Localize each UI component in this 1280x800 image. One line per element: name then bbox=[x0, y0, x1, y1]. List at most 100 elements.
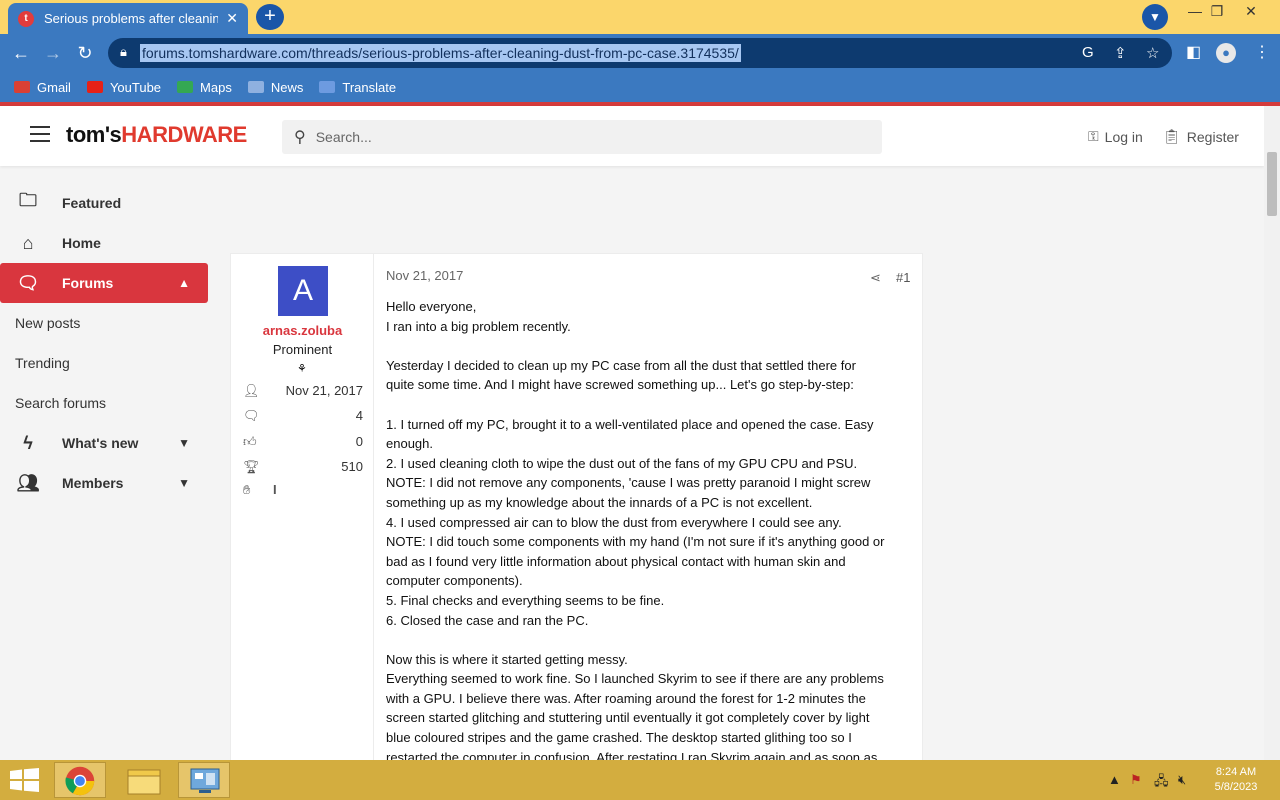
sidebar-item-label: Members bbox=[62, 475, 124, 491]
bookmark-label: Maps bbox=[200, 79, 232, 95]
messages-stat: 🗨︎ 4 bbox=[243, 408, 363, 426]
share-icon[interactable]: ⋖ bbox=[870, 270, 881, 286]
register-link[interactable]: 📋︎ Register bbox=[1163, 128, 1239, 145]
reactions-value: 0 bbox=[355, 434, 363, 449]
trophy-icon: 🏆︎ bbox=[243, 459, 260, 474]
url-text[interactable]: forums.tomshardware.com/threads/serious-… bbox=[140, 44, 741, 62]
post-date[interactable]: Nov 21, 2017 bbox=[386, 268, 463, 283]
sidebar-item-forums[interactable]: 🗨︎ Forums ▲ bbox=[0, 263, 208, 303]
tomshardware-favicon-icon: t bbox=[18, 10, 34, 27]
messages-value: 4 bbox=[355, 408, 363, 423]
chevron-up-icon[interactable]: ▲ bbox=[178, 276, 190, 290]
search-input[interactable]: ⚲ Search... bbox=[282, 120, 882, 154]
hamburger-menu-icon[interactable] bbox=[30, 126, 50, 142]
post-line: screen started glitching and stuttering … bbox=[386, 710, 870, 726]
scrollbar-thumb[interactable] bbox=[1267, 152, 1277, 216]
address-bar[interactable]: 🔒︎ forums.tomshardware.com/threads/serio… bbox=[108, 38, 1172, 68]
volume-muted-icon[interactable]: 🔇︎ bbox=[1178, 772, 1186, 788]
window-close-icon[interactable]: ✕ bbox=[1232, 0, 1270, 26]
post-line: bad as I found very little information a… bbox=[386, 553, 846, 569]
control-panel-taskbar-button[interactable] bbox=[178, 762, 230, 798]
bookmark-maps[interactable]: Maps bbox=[177, 80, 232, 95]
post-body: Hello everyone, I ran into a big problem … bbox=[386, 297, 916, 767]
post-line: I ran into a big problem recently. bbox=[386, 318, 571, 334]
share-icon[interactable]: ⇪ bbox=[1114, 44, 1127, 62]
post-line: 2. I used cleaning cloth to wipe the dus… bbox=[386, 455, 858, 471]
windows-start-icon[interactable] bbox=[10, 768, 40, 792]
sidebar-item-members[interactable]: 👥︎ Members ▼ bbox=[0, 463, 208, 503]
sidebar-item-whats-new[interactable]: ϟ What's new ▼ bbox=[0, 423, 208, 463]
maps-icon bbox=[177, 81, 194, 93]
sidebar: 🗀︎ Featured ⌂ Home 🗨︎ Forums ▲ New posts… bbox=[0, 166, 220, 760]
sidebar-item-featured[interactable]: 🗀︎ Featured bbox=[0, 183, 208, 223]
thumbs-up-icon: 👍︎ bbox=[243, 434, 257, 449]
site-logo[interactable]: tom'sHARDWARE bbox=[66, 122, 247, 148]
chrome-taskbar-button[interactable] bbox=[54, 762, 106, 798]
network-icon[interactable]: 🖧︎ bbox=[1154, 772, 1169, 794]
bookmark-translate[interactable]: Translate bbox=[319, 80, 396, 95]
post-line: blue coloured stripes and the game crash… bbox=[386, 730, 852, 746]
sidebar-item-home[interactable]: ⌂ Home bbox=[0, 223, 208, 263]
file-explorer-taskbar-button[interactable] bbox=[118, 762, 170, 798]
post-line: NOTE: I did not remove any components, '… bbox=[386, 475, 871, 491]
post-user-info: A arnas.zoluba Prominent ⚘ 👤︎ Nov 21, 20… bbox=[231, 254, 374, 774]
google-icon[interactable]: G bbox=[1082, 44, 1094, 61]
chevron-down-icon[interactable]: ▼ bbox=[178, 476, 190, 490]
show-hidden-icons-icon[interactable]: ▲ bbox=[1108, 772, 1121, 787]
search-placeholder: Search... bbox=[315, 129, 372, 145]
post-line: enough. bbox=[386, 436, 433, 452]
translate-icon bbox=[319, 81, 336, 93]
sidebar-item-label: What's new bbox=[62, 435, 139, 451]
folder-icon bbox=[127, 769, 161, 795]
post-line: something up as my knowledge about the i… bbox=[386, 494, 813, 510]
browser-tab[interactable]: t Serious problems after cleaning d ✕ bbox=[8, 3, 248, 34]
page-scrollbar[interactable] bbox=[1264, 106, 1280, 760]
system-clock[interactable]: 8:24 AM 5/8/2023 bbox=[1206, 765, 1266, 795]
post-line: 4. I used compressed air can to blow the… bbox=[386, 514, 842, 530]
restore-icon[interactable]: ❐ bbox=[1198, 0, 1236, 26]
lock-icon[interactable]: 🔒︎ bbox=[120, 44, 127, 60]
reload-icon[interactable]: ↻ bbox=[72, 40, 98, 66]
sidebar-item-label: Home bbox=[62, 235, 101, 251]
back-icon[interactable]: ← bbox=[8, 40, 34, 66]
bolt-icon: ϟ bbox=[23, 432, 33, 453]
points-stat: 🏆︎ 510 bbox=[243, 459, 363, 477]
bookmark-youtube[interactable]: YouTube bbox=[86, 80, 161, 95]
forward-icon[interactable]: → bbox=[40, 40, 66, 66]
side-panel-icon[interactable]: ◧ bbox=[1186, 42, 1201, 62]
username-link[interactable]: arnas.zoluba bbox=[231, 323, 374, 338]
tab-search-chevron-icon[interactable]: ▼ bbox=[1142, 4, 1168, 30]
chevron-down-icon[interactable]: ▼ bbox=[178, 436, 190, 450]
avatar[interactable]: A bbox=[278, 266, 328, 316]
post-line: quite some time. And I might have screwe… bbox=[386, 377, 854, 393]
post-line: with a GPU. I believe there was. After r… bbox=[386, 690, 866, 706]
home-icon: ⌂ bbox=[22, 232, 34, 253]
bookmark-news[interactable]: News bbox=[247, 80, 303, 95]
post-line: NOTE: I did touch some components with m… bbox=[386, 534, 885, 550]
bookmark-gmail[interactable]: Gmail bbox=[14, 80, 71, 95]
joined-stat: 👤︎ Nov 21, 2017 bbox=[243, 383, 363, 401]
handshake-icon: ✋︎ bbox=[243, 482, 251, 497]
sidebar-item-new-posts[interactable]: New posts bbox=[15, 315, 80, 331]
messages-icon: 🗨︎ bbox=[243, 408, 260, 423]
sidebar-item-search-forums[interactable]: Search forums bbox=[15, 395, 106, 411]
login-link[interactable]: ⚿ Log in bbox=[1088, 128, 1143, 145]
menu-kebab-icon[interactable]: ⋮ bbox=[1254, 42, 1270, 62]
sidebar-item-label: Forums bbox=[62, 275, 114, 291]
bookmark-star-icon[interactable]: ☆ bbox=[1146, 44, 1159, 62]
joined-value: Nov 21, 2017 bbox=[285, 383, 363, 398]
register-label: Register bbox=[1186, 128, 1239, 145]
search-icon: ⚲ bbox=[294, 129, 306, 146]
reactions-stat: 👍︎ 0 bbox=[243, 434, 363, 452]
post-number[interactable]: #1 bbox=[896, 270, 910, 285]
new-tab-button[interactable]: + bbox=[256, 4, 284, 30]
post-line: Yesterday I decided to clean up my PC ca… bbox=[386, 357, 856, 373]
post-line: Everything seemed to work fine. So I lau… bbox=[386, 671, 884, 687]
toolbar: ← → ↻ 🔒︎ forums.tomshardware.com/threads… bbox=[0, 34, 1280, 72]
profile-avatar-icon[interactable]: ● bbox=[1216, 43, 1236, 63]
action-center-flag-icon[interactable]: ⚑ bbox=[1130, 772, 1142, 788]
sidebar-item-trending[interactable]: Trending bbox=[15, 355, 70, 371]
tab-close-icon[interactable]: ✕ bbox=[226, 10, 238, 27]
gmail-icon bbox=[14, 81, 30, 93]
